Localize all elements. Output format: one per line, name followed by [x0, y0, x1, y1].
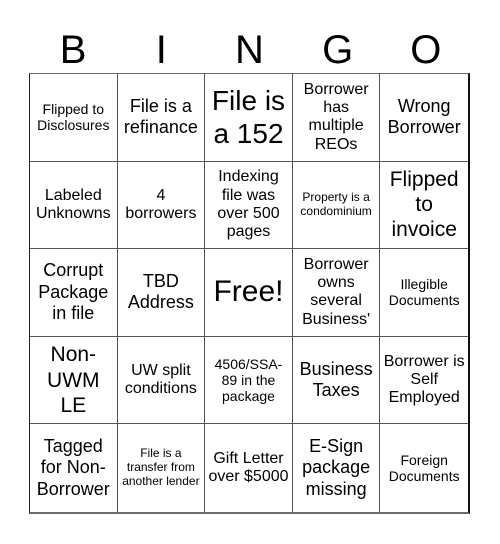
bingo-cell-b1[interactable]: Flipped to Disclosures [30, 74, 118, 162]
cell-label: File is a refinance [123, 95, 198, 138]
bingo-cell-o3[interactable]: Illegible Documents [380, 249, 468, 337]
cell-label: 4506/SSA-89 in the package [214, 355, 283, 405]
bingo-cell-o2[interactable]: Flipped to invoice [380, 162, 468, 250]
bingo-cell-b3[interactable]: Corrupt Package in file [30, 249, 118, 337]
bingo-cell-n1[interactable]: File is a 152 [205, 74, 293, 162]
cell-label: Flipped to Disclosures [37, 101, 110, 134]
cell-label: 4 borrowers [125, 186, 197, 222]
cell-label: Corrupt Package in file [38, 260, 109, 324]
free-space-cell[interactable]: Free! [205, 249, 293, 337]
bingo-cell-g4[interactable]: Business Taxes [292, 336, 381, 425]
bingo-cell-g5[interactable]: E-Sign package missing [293, 424, 381, 512]
cell-label: UW split conditions [124, 361, 197, 398]
cell-label: Free! [213, 275, 284, 309]
cell-label: Property is a condominium [300, 190, 372, 218]
bingo-cell-o1[interactable]: Wrong Borrower [380, 74, 468, 162]
header-letter-b: B [59, 27, 87, 72]
cell-label: Flipped to invoice [389, 168, 459, 242]
bingo-cell-i3[interactable]: TBD Address [117, 249, 206, 337]
bingo-cell-i5[interactable]: File is a transfer from another lender [118, 424, 206, 512]
header-letter-g: G [322, 27, 354, 72]
bingo-cell-b4[interactable]: Non-UWM LE [30, 336, 118, 425]
cell-label: Gift Letter over $5000 [208, 449, 289, 486]
cell-label: Business Taxes [299, 358, 373, 401]
cell-label: Non-UWM LE [47, 343, 100, 417]
bingo-cell-i2[interactable]: 4 borrowers [117, 161, 206, 250]
bingo-cell-i1[interactable]: File is a refinance [117, 74, 206, 162]
bingo-cell-b5[interactable]: Tagged for Non-Borrower [30, 424, 118, 512]
bingo-board: Flipped to Disclosures File is a refinanc… [29, 73, 470, 514]
bingo-cell-n2[interactable]: Indexing file was over 500 pages [205, 161, 293, 250]
cell-label: Borrower has multiple REOs [303, 80, 369, 153]
bingo-cell-g2[interactable]: Property is a condominium [292, 161, 381, 250]
cell-label: Foreign Documents [388, 452, 460, 485]
header-letter-o: O [410, 27, 442, 72]
cell-label: E-Sign package missing [302, 435, 371, 499]
bingo-cell-n4[interactable]: 4506/SSA-89 in the package [205, 336, 293, 425]
bingo-cell-i4[interactable]: UW split conditions [117, 336, 206, 425]
bingo-cell-o4[interactable]: Borrower is Self Employed [380, 337, 468, 425]
cell-label: Borrower owns several Business' [302, 255, 371, 328]
bingo-cell-n5[interactable]: Gift Letter over $5000 [205, 424, 293, 512]
cell-label: TBD Address [127, 270, 194, 313]
cell-label: File is a 152 [211, 84, 286, 150]
cell-label: Wrong Borrower [387, 95, 461, 138]
cell-label: Tagged for Non-Borrower [36, 435, 110, 499]
header-letter-i: I [155, 27, 167, 72]
cell-label: Borrower is Self Employed [383, 352, 465, 407]
header-letter-n: N [235, 27, 264, 72]
cell-label: Illegible Documents [388, 276, 460, 309]
bingo-header: B I N G O [29, 22, 470, 73]
cell-label: Indexing file was over 500 pages [217, 168, 280, 241]
cell-label: File is a transfer from another lender [122, 446, 200, 489]
cell-label: Labeled Unknowns [35, 186, 111, 222]
bingo-cell-g3[interactable]: Borrower owns several Business' [292, 249, 381, 337]
bingo-cell-o5[interactable]: Foreign Documents [380, 424, 468, 512]
bingo-cell-g1[interactable]: Borrower has multiple REOs [292, 74, 381, 162]
bingo-cell-b2[interactable]: Labeled Unknowns [30, 161, 118, 250]
